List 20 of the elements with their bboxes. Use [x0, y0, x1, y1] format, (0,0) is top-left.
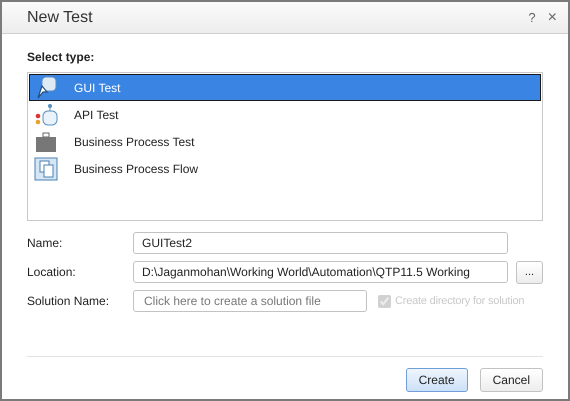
field-label: Solution Name:: [27, 293, 110, 310]
section-label: Select type:: [27, 49, 96, 66]
help-button[interactable]: ?: [528, 8, 536, 28]
node-icon: [34, 102, 58, 126]
type-list-item[interactable]: API Test: [29, 101, 541, 128]
field-label: Location:: [27, 264, 77, 281]
location-field[interactable]: D:\Jaganmohan\Working World\Automation\QTP11.5 Working: [133, 261, 508, 283]
close-button[interactable]: ×: [548, 6, 557, 30]
type-list-item[interactable]: Business Process Test: [29, 128, 541, 155]
type-list-item[interactable]: GUI Test: [29, 74, 541, 101]
briefcase-icon: [34, 130, 58, 154]
type-list-item[interactable]: Business Process Flow: [29, 155, 541, 182]
browse-button[interactable]: ...: [516, 260, 543, 284]
window-title: New Test: [27, 8, 94, 28]
name-field[interactable]: GUITest2: [133, 232, 508, 254]
solution-name-field[interactable]: Click here to create a solution file: [133, 290, 367, 312]
dialog-button[interactable]: Cancel: [480, 368, 543, 392]
field-label: Name:: [27, 235, 64, 252]
documents-icon: [34, 156, 58, 180]
dialog-button[interactable]: Create: [406, 368, 468, 392]
